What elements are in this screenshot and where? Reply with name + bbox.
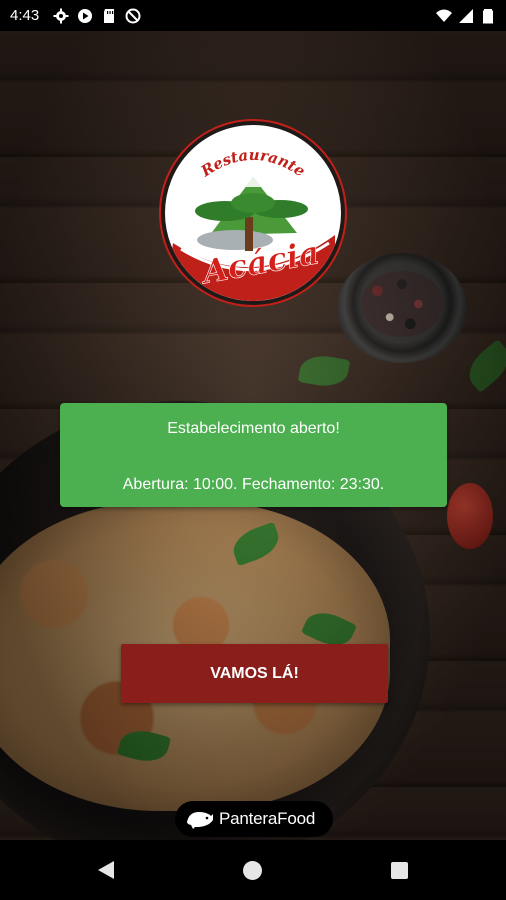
logo-top-text: Restaurante: [197, 146, 309, 181]
opening-hours-text: Abertura: 10:00. Fechamento: 23:30.: [122, 476, 385, 493]
system-nav-bar: [0, 840, 506, 900]
sd-card-icon: [104, 8, 115, 23]
back-icon[interactable]: [97, 860, 115, 880]
status-bar: 4:43: [0, 0, 506, 31]
recents-icon[interactable]: [391, 862, 408, 879]
battery-icon: [483, 8, 493, 23]
play-icon: [78, 8, 93, 23]
status-icons-left: [53, 8, 141, 24]
no-disturb-icon: [125, 8, 141, 23]
wifi-icon: [436, 9, 452, 22]
status-time: 4:43: [10, 7, 40, 24]
signal-icon: [459, 8, 473, 23]
brand-name: PanteraFood: [219, 809, 316, 828]
home-icon[interactable]: [243, 861, 262, 880]
panterafood-badge: PanteraFood: [175, 801, 333, 837]
restaurant-logo: Restaurante Acácia: [161, 121, 345, 305]
status-title: Estabelecimento aberto!: [167, 420, 340, 437]
logo-graphic: Restaurante Acácia: [165, 146, 335, 301]
lets-go-button[interactable]: VAMOS LÁ!: [121, 644, 388, 703]
opening-status-card: Estabelecimento aberto! Abertura: 10:00.…: [60, 403, 447, 507]
status-icons-right: [436, 8, 496, 24]
gear-icon: [53, 8, 69, 23]
panther-icon: [187, 812, 213, 829]
